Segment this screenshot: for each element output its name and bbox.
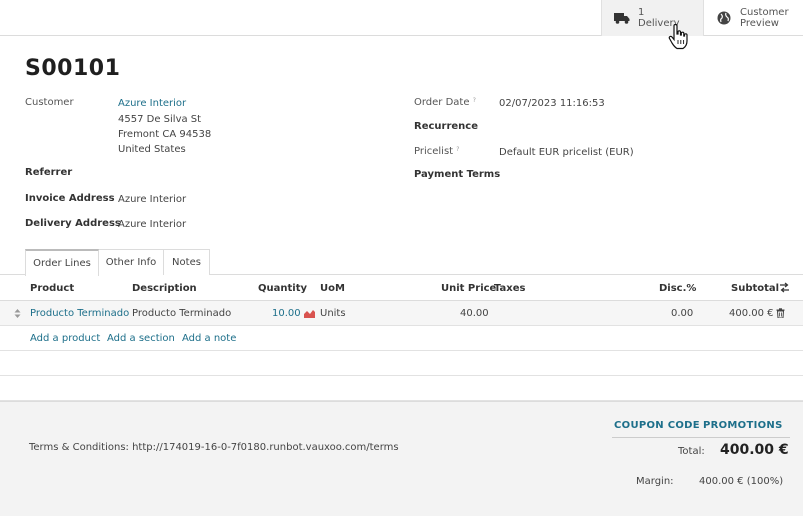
customer-label: Customer (25, 97, 74, 108)
pricelist-value[interactable]: Default EUR pricelist (EUR) (499, 145, 634, 160)
order-date-label: Order Date ? (414, 97, 476, 108)
totals-divider (612, 437, 790, 438)
col-description[interactable]: Description (132, 283, 197, 294)
empty-row (0, 351, 803, 376)
table-row[interactable]: Producto Terminado Producto Terminado 10… (0, 301, 803, 326)
order-date-value[interactable]: 02/07/2023 11:16:53 (499, 96, 605, 111)
col-uom[interactable]: UoM (320, 283, 345, 294)
address-line1: 4557 De Silva St (118, 114, 202, 125)
col-taxes[interactable]: Taxes (494, 283, 525, 294)
order-name: S00101 (25, 56, 121, 81)
forecast-chart-icon[interactable] (304, 309, 315, 321)
col-disc[interactable]: Disc.% (659, 283, 696, 294)
delivery-count: 1 (638, 7, 645, 18)
referrer-label: Referrer (25, 167, 73, 178)
help-icon: ? (456, 146, 460, 153)
line-product[interactable]: Producto Terminado (30, 308, 129, 319)
line-description[interactable]: Producto Terminado (132, 308, 231, 319)
add-section-link[interactable]: Add a section (107, 333, 175, 344)
globe-icon (716, 10, 732, 26)
help-icon: ? (472, 97, 476, 104)
tab-order-lines[interactable]: Order Lines (25, 249, 99, 276)
col-quantity[interactable]: Quantity (258, 283, 307, 294)
empty-row (0, 376, 803, 401)
trash-icon[interactable] (776, 308, 785, 321)
add-note-link[interactable]: Add a note (182, 333, 236, 344)
delivery-address-value[interactable]: Azure Interior (118, 217, 186, 232)
invoice-address-label: Invoice Address (25, 193, 115, 204)
address-line3: United States (118, 144, 186, 155)
col-subtotal[interactable]: Subtotal (731, 283, 779, 294)
handle-icon[interactable] (14, 309, 21, 321)
coupon-code-button[interactable]: COUPON CODE (614, 420, 700, 431)
pricelist-label: Pricelist ? (414, 146, 460, 157)
margin-value: 400.00 € (100%) (699, 476, 784, 487)
promotions-button[interactable]: PROMOTIONS (703, 420, 783, 431)
delivery-address-label: Delivery Address (25, 218, 121, 229)
tab-other-info[interactable]: Other Info (99, 249, 164, 275)
recurrence-label: Recurrence (414, 121, 479, 132)
margin-label: Margin: (636, 476, 674, 487)
address-line2: Fremont CA 94538 (118, 129, 212, 140)
order-lines-header: Product Description Quantity UoM Unit Pr… (0, 276, 803, 301)
add-product-link[interactable]: Add a product (30, 333, 100, 344)
line-quantity[interactable]: 10.00 (272, 308, 301, 319)
sale-order-form: 1 Delivery Customer Preview S00101 Custo… (0, 0, 803, 516)
customer-link[interactable]: Azure Interior (118, 96, 186, 111)
customer-preview-button[interactable]: Customer Preview (703, 0, 803, 36)
notebook-tabs: Order Lines Other Info Notes (0, 249, 803, 276)
order-footer: Terms & Conditions: http://174019-16-0-7… (0, 401, 803, 516)
truck-icon (614, 10, 630, 26)
col-product[interactable]: Product (30, 283, 74, 294)
terms-and-conditions: Terms & Conditions: http://174019-16-0-7… (29, 442, 399, 453)
line-subtotal: 400.00 € (729, 308, 774, 319)
hand-cursor-icon (668, 23, 690, 50)
payment-terms-label: Payment Terms (414, 169, 501, 180)
preview-line2: Preview (740, 18, 779, 29)
line-uom[interactable]: Units (320, 308, 346, 319)
col-unit-price[interactable]: Unit Price (441, 283, 496, 294)
preview-line1: Customer (740, 7, 789, 18)
total-label: Total: (678, 446, 705, 457)
total-value: 400.00 € (720, 442, 789, 458)
column-settings-icon[interactable] (779, 282, 790, 296)
line-unit-price[interactable]: 40.00 (460, 308, 489, 319)
add-line-row: Add a product Add a section Add a note (0, 326, 803, 351)
invoice-address-value[interactable]: Azure Interior (118, 192, 186, 207)
tab-notes[interactable]: Notes (164, 249, 210, 275)
line-disc[interactable]: 0.00 (671, 308, 693, 319)
